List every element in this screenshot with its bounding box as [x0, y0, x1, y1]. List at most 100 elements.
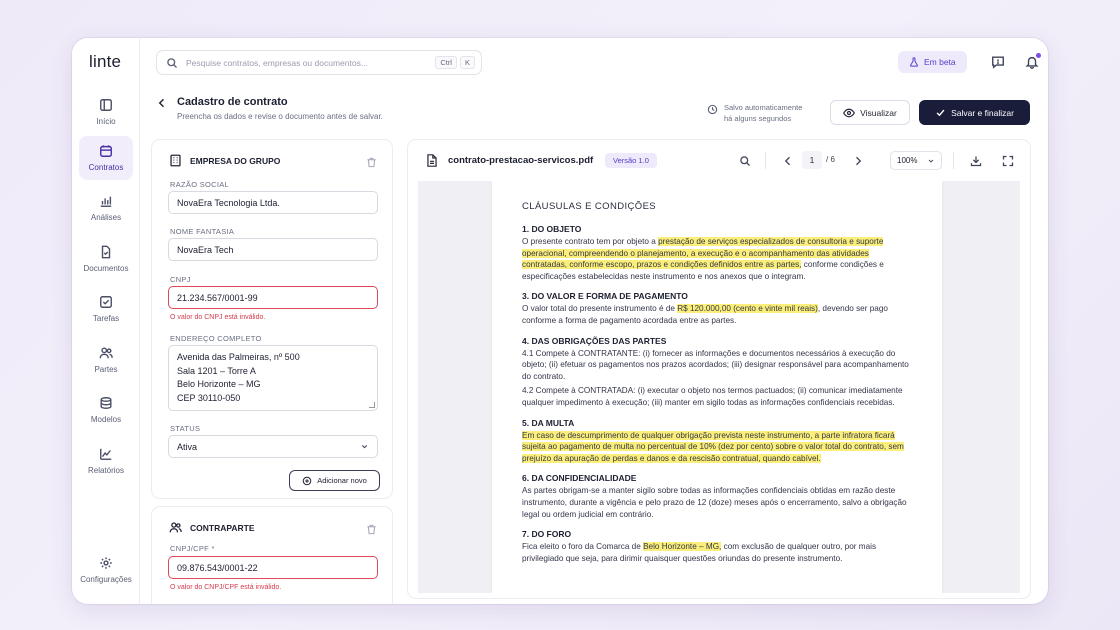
- calendar-icon: [100, 145, 112, 157]
- status-select[interactable]: Ativa: [168, 435, 378, 458]
- notification-dot: [1036, 53, 1041, 58]
- sidebar-item-analises[interactable]: Análises: [79, 186, 133, 230]
- nome-fantasia-label: NOME FANTASIA: [170, 227, 235, 236]
- home-icon: [100, 99, 112, 111]
- sidebar-item-inicio[interactable]: Início: [79, 90, 133, 134]
- cnpj-cpf-input[interactable]: 09.876.543/0001-22: [168, 556, 378, 579]
- clause-text: O valor total do presente instrumento é …: [522, 303, 912, 326]
- delete-counterparty-button[interactable]: [366, 522, 377, 540]
- fullscreen-button[interactable]: [1002, 154, 1014, 172]
- message-icon: [992, 56, 1004, 69]
- address-line: Belo Horizonte – MG: [177, 379, 261, 390]
- sidebar-item-tarefas[interactable]: Tarefas: [79, 287, 133, 331]
- cnpj-input[interactable]: 21.234.567/0001-99: [168, 286, 378, 309]
- chart-icon: [100, 196, 112, 207]
- highlighted-text[interactable]: Em caso de descumprimento de qualquer ob…: [522, 430, 904, 463]
- search-bar[interactable]: Ctrl K: [156, 50, 482, 75]
- sidebar-item-contratos[interactable]: Contratos: [79, 136, 133, 180]
- flask-icon: [909, 57, 919, 67]
- document-page: CLÁUSULAS E CONDIÇÕES 1. DO OBJETO O pre…: [492, 181, 942, 593]
- sidebar-item-label: Documentos: [83, 264, 129, 273]
- previous-page-button[interactable]: [782, 154, 794, 172]
- sidebar-item-label: Contratos: [88, 163, 124, 172]
- download-button[interactable]: [970, 154, 982, 172]
- highlighted-text[interactable]: R$ 120.000,00 (cento e vinte mil reais): [677, 304, 818, 314]
- sidebar-item-label: Início: [96, 117, 116, 126]
- save-finish-button[interactable]: Salvar e finalizar: [919, 100, 1030, 125]
- page-title: Cadastro de contrato: [177, 96, 288, 108]
- counterparty-card-header: CONTRAPARTE: [169, 521, 255, 534]
- preview-button[interactable]: Visualizar: [830, 100, 910, 125]
- status-label: STATUS: [170, 424, 201, 433]
- search-input[interactable]: [186, 57, 433, 68]
- add-new-button[interactable]: Adicionar novo: [289, 470, 380, 491]
- document-canvas[interactable]: CLÁUSULAS E CONDIÇÕES 1. DO OBJETO O pre…: [418, 181, 1020, 593]
- sidebar-item-modelos[interactable]: Modelos: [79, 388, 133, 432]
- viewer-search-button[interactable]: [739, 154, 751, 172]
- counterparty-card-title: CONTRAPARTE: [190, 522, 255, 533]
- zoom-value: 100%: [897, 156, 918, 165]
- clause-title: 6. DA CONFIDENCIALIDADE: [522, 473, 637, 484]
- sidebar-item-documentos[interactable]: Documentos: [79, 237, 133, 281]
- clause-text-segment: Fica eleito o foro da Comarca de: [522, 542, 644, 552]
- check-icon: [936, 109, 945, 117]
- razao-social-input[interactable]: NovaEra Tecnologia Ltda.: [168, 191, 378, 214]
- app-logo[interactable]: linte: [89, 52, 121, 72]
- document-heading: CLÁUSULAS E CONDIÇÕES: [522, 201, 657, 212]
- address-textarea[interactable]: Avenida das Palmeiras, nº 500 Sala 1201 …: [168, 345, 378, 411]
- address-line: Sala 1201 – Torre A: [177, 365, 256, 376]
- users-icon: [99, 347, 113, 359]
- next-page-button[interactable]: [852, 154, 864, 172]
- cnpj-cpf-label: CNPJ/CPF *: [170, 544, 215, 553]
- trash-icon: [367, 524, 376, 535]
- delete-company-button[interactable]: [366, 155, 377, 173]
- razao-social-label: RAZÃO SOCIAL: [170, 180, 230, 189]
- sidebar-item-label: Relatórios: [87, 466, 124, 475]
- eye-icon: [843, 108, 856, 117]
- clause-text: 4.1 Compete à CONTRATANTE: (i) fornecer …: [522, 348, 909, 381]
- back-button[interactable]: [156, 96, 168, 108]
- autosave-text: Salvo automaticamente: [724, 103, 803, 112]
- highlighted-text[interactable]: Belo Horizonte – MG,: [643, 542, 722, 552]
- nome-fantasia-input[interactable]: NovaEra Tech: [168, 238, 378, 261]
- sidebar-item-partes[interactable]: Partes: [79, 338, 133, 382]
- search-icon: [167, 57, 177, 68]
- counterparty-card: CONTRAPARTE CNPJ/CPF * 09.876.543/0001-2…: [151, 506, 393, 604]
- file-name: contrato-prestacao-servicos.pdf: [448, 155, 594, 166]
- cnpj-cpf-error: O valor do CNPJ/CPF está inválido.: [170, 584, 282, 591]
- add-new-label: Adicionar novo: [317, 476, 367, 485]
- chevron-left-icon: [784, 156, 790, 166]
- sidebar-item-configuracoes[interactable]: Configurações: [75, 548, 137, 592]
- page-subtitle: Preencha os dados e revise o documento a…: [177, 112, 383, 121]
- company-card-header: EMPRESA DO GRUPO: [169, 154, 280, 167]
- page-total: / 6: [826, 155, 835, 164]
- clause-title: 1. DO OBJETO: [522, 224, 582, 234]
- sidebar-item-label: Partes: [94, 365, 118, 374]
- file-icon: [426, 154, 438, 172]
- zoom-select[interactable]: 100%: [890, 151, 942, 170]
- chevron-down-icon: [361, 445, 368, 449]
- sidebar-item-relatorios[interactable]: Relatórios: [79, 439, 133, 483]
- sidebar: linte Início Contratos Análises Document…: [72, 38, 140, 604]
- document-viewer: contrato-prestacao-servicos.pdf Versão 1…: [407, 139, 1031, 599]
- messages-button[interactable]: [991, 55, 1005, 69]
- beta-badge-button[interactable]: Em beta: [898, 51, 967, 73]
- clock-icon: [707, 104, 718, 115]
- clause-text: 4.2 Compete à CONTRATADA: (i) executar o…: [522, 386, 903, 407]
- clause-title: 5. DA MULTA: [522, 417, 575, 428]
- resize-handle[interactable]: [369, 402, 375, 408]
- company-card: EMPRESA DO GRUPO RAZÃO SOCIAL NovaEra Te…: [151, 139, 393, 499]
- address-line: Avenida das Palmeiras, nº 500: [177, 352, 300, 362]
- clause-text-segment: O presente contrato tem por objeto a: [522, 237, 659, 246]
- notifications-button[interactable]: [1025, 53, 1041, 69]
- viewer-toolbar: contrato-prestacao-servicos.pdf Versão 1…: [408, 140, 1030, 180]
- cnpj-label: CNPJ: [170, 275, 191, 284]
- autosave-status: Salvo automaticamente há alguns segundos: [707, 102, 814, 124]
- autosave-time: há alguns segundos: [724, 114, 792, 123]
- chevron-right-icon: [856, 156, 862, 166]
- clause-text: Fica eleito o foro da Comarca de Belo Ho…: [522, 541, 912, 564]
- beta-label: Em beta: [924, 57, 956, 67]
- toolbar-divider: [765, 152, 766, 169]
- sidebar-item-label: Modelos: [90, 415, 122, 424]
- page-number-input[interactable]: 1: [802, 151, 822, 169]
